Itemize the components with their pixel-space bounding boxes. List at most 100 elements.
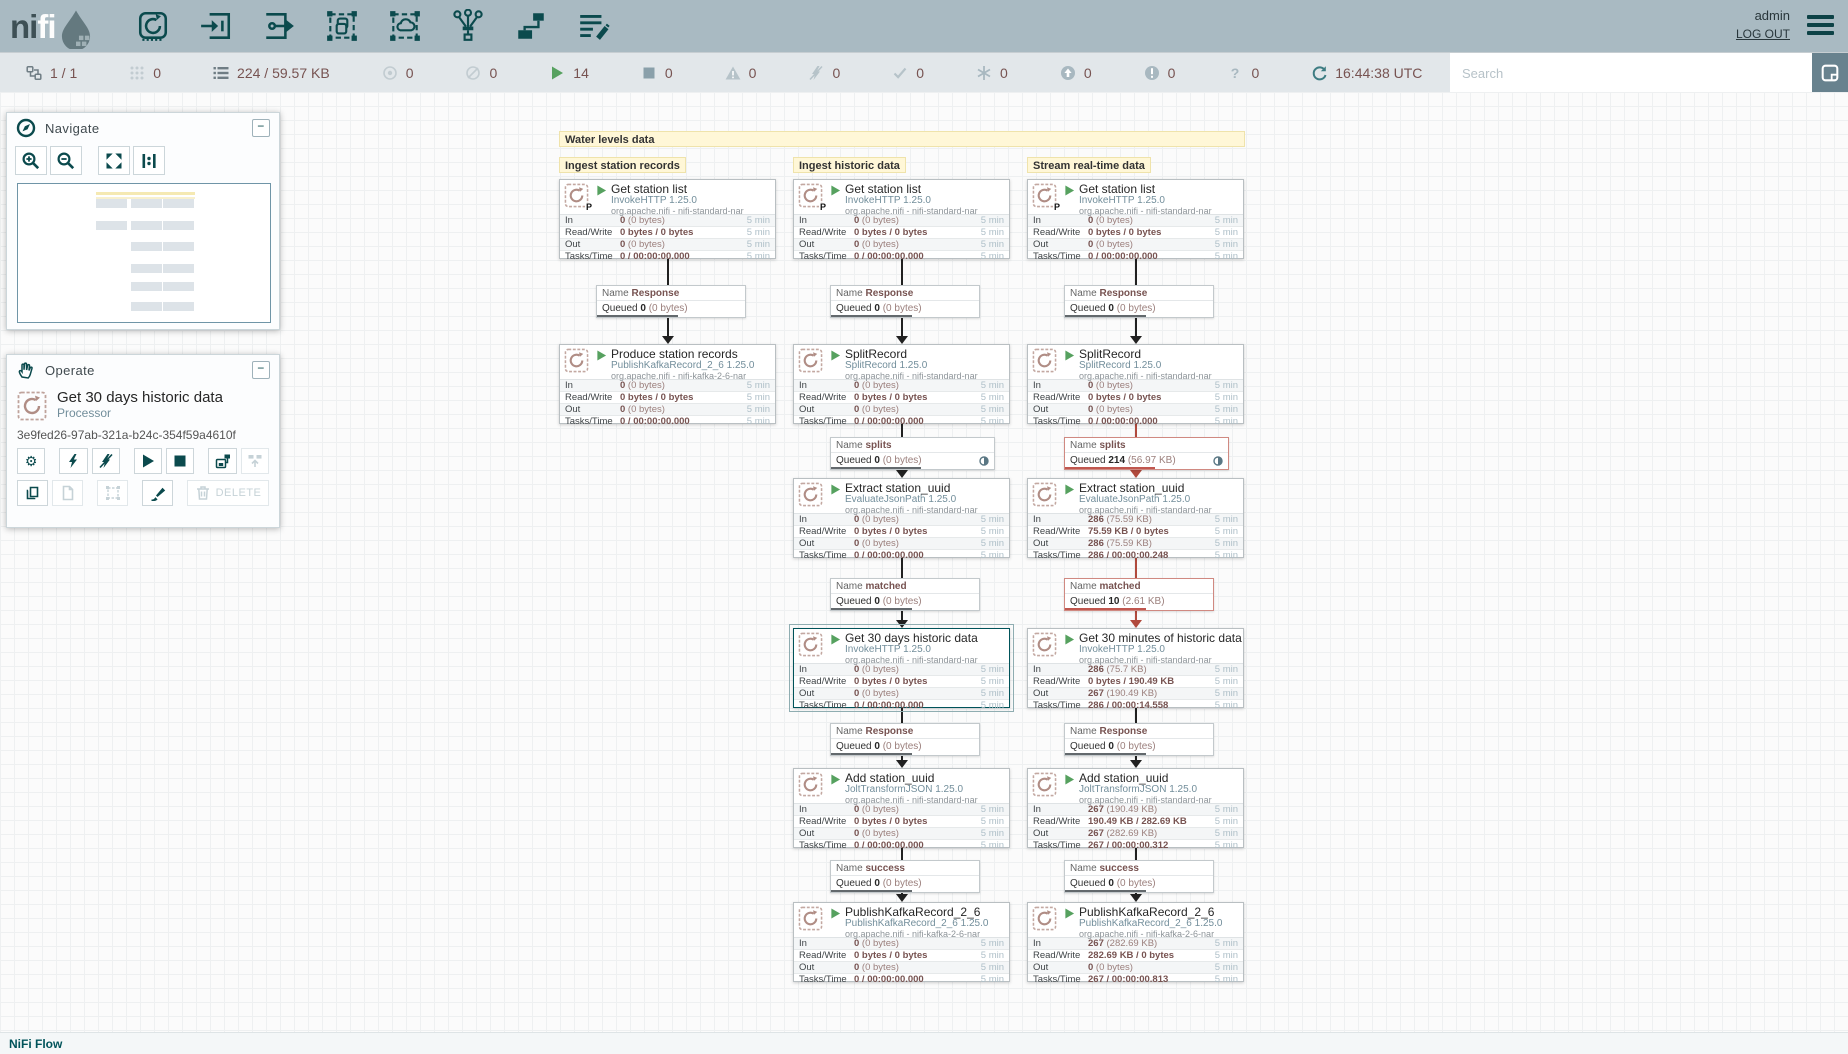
connection-label[interactable]: Name success Queued 0 (0 bytes)	[830, 860, 980, 893]
connection-queued-value: 0 (0 bytes)	[874, 303, 921, 314]
processor-name: PublishKafkaRecord_2_6	[845, 906, 988, 918]
connection-label[interactable]: Name Response Queued 0 (0 bytes)	[1064, 285, 1214, 318]
logout-link[interactable]: LOG OUT	[1736, 25, 1790, 43]
canvas-group-label[interactable]: Ingest station records	[559, 157, 686, 173]
connection-queued-label: Queued	[602, 303, 638, 314]
processor-name: Get station list	[1079, 183, 1212, 195]
configure-icon[interactable]: ⚙	[17, 448, 45, 474]
processor-node[interactable]: P Add station_uuid JoltTransformJSON 1.2…	[793, 768, 1010, 848]
operate-panel: Operate − Get 30 days historic data Proc…	[6, 354, 280, 528]
refresh-status[interactable]: 16:44:38 UTC	[1311, 65, 1422, 82]
processor-stamp-icon: P	[1032, 183, 1057, 208]
enable-icon[interactable]	[59, 448, 87, 474]
processor-node[interactable]: P Extract station_uuid EvaluateJsonPath …	[1027, 478, 1244, 558]
processor-node[interactable]: P Get station list InvokeHTTP 1.25.0 org…	[559, 179, 776, 259]
status-item-value: 0	[1084, 65, 1092, 81]
output-port-icon[interactable]	[262, 9, 296, 43]
stat-row: Read/Write282.69 KB / 0 bytes5 min	[1028, 949, 1243, 961]
stat-row: In0 (0 bytes)5 min	[560, 380, 775, 391]
stat-row: Tasks/Time0 / 00:00:00.0005 min	[1028, 250, 1243, 262]
processor-node[interactable]: P SplitRecord SplitRecord 1.25.0 org.apa…	[1027, 344, 1244, 424]
copy-icon[interactable]	[17, 480, 48, 506]
processor-name: Get 30 days historic data	[845, 632, 978, 644]
collapse-navigate-button[interactable]: −	[252, 119, 270, 137]
search-input[interactable]	[1450, 53, 1812, 93]
group-icon[interactable]	[97, 480, 128, 506]
connection-label[interactable]: Name Response Queued 0 (0 bytes)	[1064, 723, 1214, 756]
stat-row: Read/Write190.49 KB / 282.69 KB5 min	[1028, 815, 1243, 827]
processor-node[interactable]: P Add station_uuid JoltTransformJSON 1.2…	[1027, 768, 1244, 848]
processor-stamp-icon: P	[798, 348, 823, 373]
processor-node[interactable]: P SplitRecord SplitRecord 1.25.0 org.apa…	[793, 344, 1010, 424]
bulletin-board-button[interactable]	[1812, 53, 1848, 93]
connection-relationship: matched	[1099, 581, 1140, 592]
actual-size-icon[interactable]	[133, 146, 165, 175]
color-icon[interactable]	[142, 480, 173, 506]
funnel-icon[interactable]	[451, 9, 485, 43]
connection-label[interactable]: Name Response Queued 0 (0 bytes)	[830, 285, 980, 318]
delete-button[interactable]: DELETE	[187, 480, 269, 506]
processor-node[interactable]: P Get 30 days historic data InvokeHTTP 1…	[793, 628, 1010, 708]
processor-node[interactable]: P Get station list InvokeHTTP 1.25.0 org…	[793, 179, 1010, 259]
not-transmitting-icon	[465, 65, 481, 81]
connection-queued-value: 0 (0 bytes)	[640, 303, 687, 314]
processor-node[interactable]: P PublishKafkaRecord_2_6 PublishKafkaRec…	[1027, 902, 1244, 982]
connection-label[interactable]: Name Response Queued 0 (0 bytes)	[830, 723, 980, 756]
stat-row: Tasks/Time0 / 00:00:00.0005 min	[794, 549, 1009, 561]
connection-name-label: Name	[836, 288, 863, 299]
paste-icon[interactable]	[52, 480, 83, 506]
flow-canvas[interactable]: Water levels dataIngest station records …	[0, 92, 1848, 1033]
connection-label[interactable]: Name Response Queued 0 (0 bytes)	[596, 285, 746, 318]
processor-stamp-icon: P	[798, 632, 823, 657]
minimap[interactable]	[17, 183, 271, 323]
zoom-out-icon[interactable]	[50, 146, 82, 175]
processor-stamp-icon: P	[1032, 906, 1057, 931]
queue-fill-bar	[831, 467, 921, 469]
load-balance-icon	[1213, 456, 1223, 466]
breadcrumb[interactable]: NiFi Flow	[9, 1037, 62, 1051]
connection-label[interactable]: Name splits Queued 214 (56.97 KB)	[1064, 437, 1229, 470]
svg-text:?: ?	[1231, 65, 1240, 81]
processor-stats: In0 (0 bytes)5 minRead/Write0 bytes / 0 …	[794, 663, 1009, 711]
connection-label[interactable]: Name splits Queued 0 (0 bytes)	[830, 437, 995, 470]
queue-fill-bar	[597, 315, 678, 317]
collapse-operate-button[interactable]: −	[252, 361, 270, 379]
processor-bundle: org.apache.nifi - nifi-standard-nar	[845, 371, 978, 381]
processor-name: Add station_uuid	[1079, 772, 1212, 784]
disable-icon[interactable]	[92, 448, 120, 474]
zoom-in-icon[interactable]	[15, 146, 47, 175]
remote-process-group-icon[interactable]	[388, 9, 422, 43]
connection-label[interactable]: Name matched Queued 0 (0 bytes)	[830, 578, 980, 611]
connection-queued-label: Queued	[836, 741, 872, 752]
canvas-label-water-levels[interactable]: Water levels data	[559, 131, 1245, 147]
stale-icon	[1060, 65, 1076, 81]
processor-node[interactable]: P Get 30 minutes of historic data Invoke…	[1027, 628, 1244, 708]
processor-node[interactable]: P PublishKafkaRecord_2_6 PublishKafkaRec…	[793, 902, 1010, 982]
connection-label[interactable]: Name success Queued 0 (0 bytes)	[1064, 860, 1214, 893]
fit-icon[interactable]	[98, 146, 130, 175]
revert-flow-version-icon[interactable]	[241, 448, 269, 474]
minimap-node	[131, 302, 162, 311]
processor-node[interactable]: P Extract station_uuid EvaluateJsonPath …	[793, 478, 1010, 558]
label-icon[interactable]	[577, 9, 611, 43]
processor-node[interactable]: P Produce station records PublishKafkaRe…	[559, 344, 776, 424]
component-toolbar	[136, 9, 611, 43]
connection-label[interactable]: Name matched Queued 10 (2.61 KB)	[1064, 578, 1214, 611]
processor-node[interactable]: P Get station list InvokeHTTP 1.25.0 org…	[1027, 179, 1244, 259]
save-flow-version-icon[interactable]	[208, 448, 236, 474]
stat-row: Out0 (0 bytes)5 min	[794, 403, 1009, 415]
connection-queued-value: 0 (0 bytes)	[1108, 878, 1155, 889]
global-menu-button[interactable]	[1807, 15, 1834, 39]
processor-type: SplitRecord 1.25.0	[845, 361, 978, 371]
canvas-group-label[interactable]: Stream real-time data	[1027, 157, 1151, 173]
process-group-icon[interactable]	[325, 9, 359, 43]
processor-icon[interactable]	[136, 9, 170, 43]
template-icon[interactable]	[514, 9, 548, 43]
start-icon[interactable]	[134, 448, 162, 474]
stopped-icon	[641, 65, 657, 81]
canvas-group-label[interactable]: Ingest historic data	[793, 157, 906, 173]
stop-icon[interactable]	[166, 448, 194, 474]
input-port-icon[interactable]	[199, 9, 233, 43]
processor-bundle: org.apache.nifi - nifi-standard-nar	[845, 206, 978, 216]
stat-row: Read/Write0 bytes / 0 bytes5 min	[560, 391, 775, 403]
